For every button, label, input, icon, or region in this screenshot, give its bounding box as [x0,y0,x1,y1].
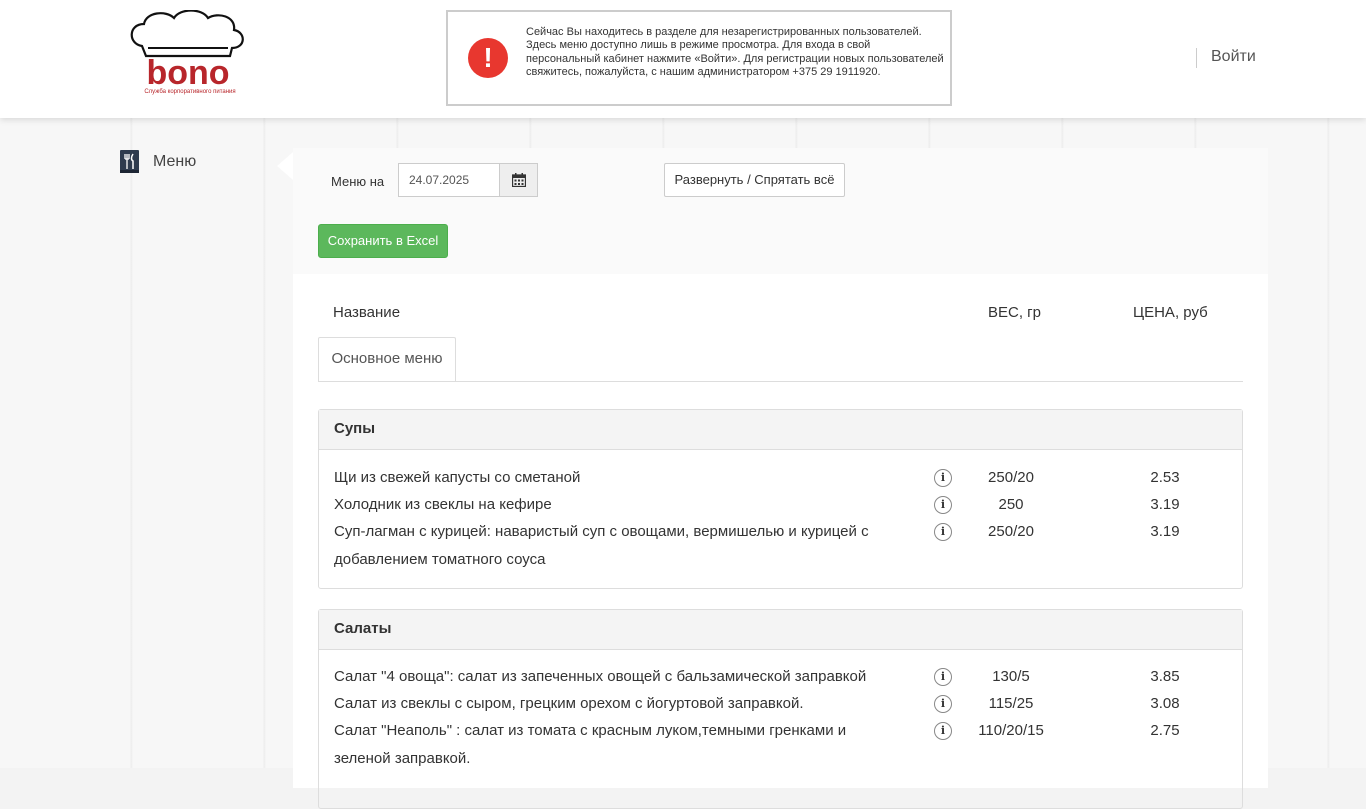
logo-text: bono [146,54,229,92]
info-icon[interactable]: i [934,469,952,487]
menu-toolbar: Меню на 24.07.2025 Развернуть / Спрятать… [293,148,1268,274]
item-price: 3.19 [1150,496,1180,513]
item-price: 3.08 [1150,695,1180,712]
unregistered-notice: ! Сейчас Вы находитесь в разделе для нез… [446,10,952,106]
column-header-price: ЦЕНА, руб [1133,304,1208,321]
info-icon[interactable]: i [934,668,952,686]
item-weight: 110/20/15 [978,722,1044,739]
menu-book-icon [120,150,140,174]
item-weight: 250/20 [988,523,1034,540]
category-header[interactable]: Супы [319,410,1242,450]
item-weight: 130/5 [992,668,1030,685]
item-name: Холодник из свеклы на кефире [334,496,552,513]
alert-icon: ! [468,38,508,78]
category-soups: Супы Щи из свежей капусты со сметаной i … [318,409,1243,589]
item-price: 2.53 [1150,469,1180,486]
item-name: Салат "Неаполь" : салат из томата с крас… [334,722,847,767]
sidebar-item-menu[interactable]: Меню [120,150,196,174]
menu-panel: Меню на 24.07.2025 Развернуть / Спрятать… [293,148,1268,809]
item-name: Суп-лагман с курицей: наваристый суп с о… [334,523,869,568]
item-weight: 250 [998,496,1024,513]
list-item: Суп-лагман с курицей: наваристый суп с о… [319,518,1242,574]
item-price: 3.85 [1150,668,1180,685]
column-header-name: Название [333,304,401,321]
calendar-button[interactable] [499,163,538,197]
calendar-icon [512,173,526,187]
notice-text: Сейчас Вы находитесь в разделе для незар… [526,26,944,78]
login-link[interactable]: Войти [1211,48,1256,66]
date-label: Меню на [331,174,385,189]
info-icon[interactable]: i [934,523,952,541]
list-item: Холодник из свеклы на кефире i 250 3.19 [319,491,1242,519]
login-divider [1196,48,1197,68]
info-icon[interactable]: i [934,695,952,713]
date-input[interactable]: 24.07.2025 [398,163,500,197]
info-icon[interactable]: i [934,722,952,740]
expand-collapse-button[interactable]: Развернуть / Спрятать всё [664,163,845,197]
item-name: Щи из свежей капусты со сметаной [334,469,581,486]
info-icon[interactable]: i [934,496,952,514]
item-name: Салат "4 овоща": салат из запеченных ово… [334,668,867,685]
save-excel-button[interactable]: Сохранить в Excel [318,224,448,258]
category-salads: Салаты Салат "4 овоща": салат из запечен… [318,609,1243,809]
item-weight: 250/20 [988,469,1034,486]
list-item: Салат из свеклы с сыром, грецким орехом … [319,690,1242,718]
item-name: Салат из свеклы с сыром, грецким орехом … [334,695,804,712]
tab-divider [318,381,1243,382]
panel-arrow [277,152,293,180]
category-header[interactable]: Салаты [319,610,1242,650]
list-item: Щи из свежей капусты со сметаной i 250/2… [319,464,1242,492]
sidebar-item-label: Меню [153,153,197,170]
header: bono Служба корпоративного питания ! Сей… [0,0,1366,118]
list-item: Салат "4 овоща": салат из запеченных ово… [319,663,1242,691]
item-weight: 115/25 [988,695,1034,712]
logo-subtitle: Служба корпоративного питания [144,89,236,95]
item-price: 2.75 [1150,722,1180,739]
tab-main-menu[interactable]: Основное меню [318,337,456,382]
item-price: 3.19 [1150,523,1180,540]
column-header-weight: ВЕС, гр [988,304,1041,321]
list-item: Салат "Неаполь" : салат из томата с крас… [319,717,1242,773]
